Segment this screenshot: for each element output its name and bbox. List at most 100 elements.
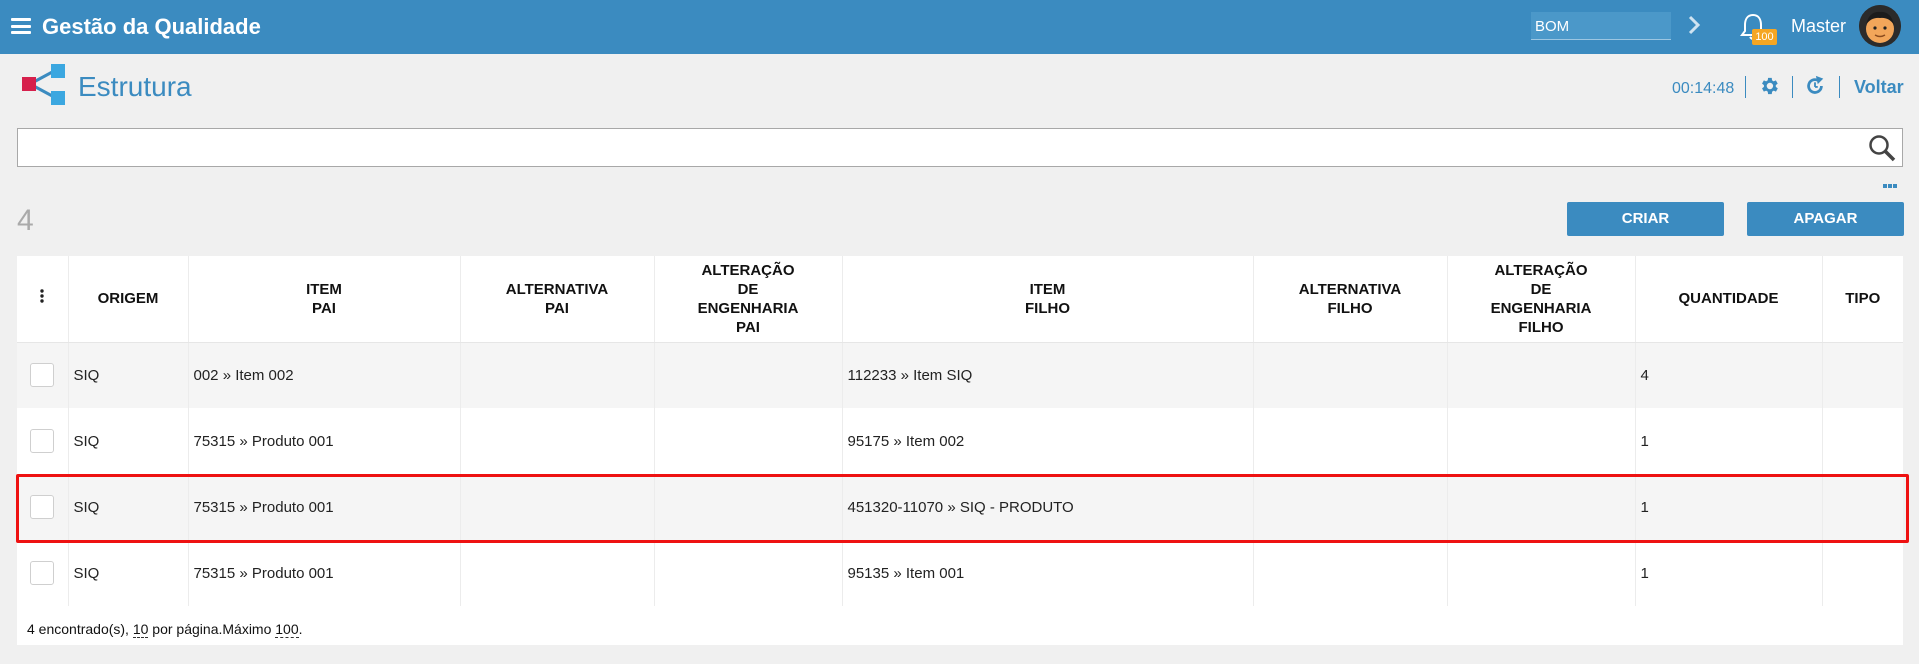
table-cell: 1 — [1635, 474, 1823, 540]
table-cell — [1253, 540, 1448, 606]
table-header: ORIGEM ITEM PAI ALTERNATIVA PAI ALTERAÇÃO D… — [17, 256, 1903, 343]
row-select[interactable] — [17, 474, 69, 540]
search-input[interactable] — [18, 129, 1902, 166]
session-clock: 00:14:48 — [1672, 80, 1735, 97]
header-line: FILHO — [1518, 318, 1564, 336]
row-select[interactable] — [17, 408, 69, 474]
header-line: PAI — [736, 318, 760, 336]
table-cell — [1447, 474, 1636, 540]
row-checkbox[interactable] — [30, 363, 54, 388]
table-cell — [1822, 408, 1903, 474]
table-cell: 1 — [1635, 408, 1823, 474]
table-row[interactable]: SIQ 002 » Item 002 112233 » Item SIQ 4 — [17, 342, 1903, 408]
record-count: 4 — [17, 204, 34, 237]
column-header[interactable]: QUANTIDADE — [1635, 256, 1823, 343]
column-header[interactable]: ALTERAÇÃO DE ENGENHARIA FILHO — [1447, 256, 1636, 343]
column-header[interactable]: ORIGEM — [68, 256, 189, 343]
search-icon[interactable] — [1868, 134, 1896, 162]
header-line: ITEM — [306, 280, 342, 298]
back-link[interactable]: Voltar — [1854, 77, 1904, 98]
per-page-value[interactable]: 10 — [132, 621, 149, 638]
table-cell — [1253, 474, 1448, 540]
create-button[interactable]: CRIAR — [1567, 202, 1724, 236]
table-cell: 112233 » Item SIQ — [842, 342, 1254, 408]
user-name[interactable]: Master — [1791, 16, 1846, 37]
table-cell — [1447, 342, 1636, 408]
header-line: ALTERAÇÃO — [1494, 261, 1588, 279]
per-page-text: por página.Máximo — [148, 621, 276, 637]
header-line: PAI — [312, 299, 336, 317]
top-bar: Gestão da Qualidade BOM 100 Master — [0, 0, 1919, 54]
column-options[interactable] — [17, 256, 69, 343]
table-cell — [460, 342, 655, 408]
results-table: ORIGEM ITEM PAI ALTERNATIVA PAI ALTERAÇÃO D… — [17, 256, 1903, 645]
chevron-right-icon[interactable] — [1686, 14, 1702, 36]
table-row-highlighted[interactable]: SIQ 75315 » Produto 001 451320-11070 » S… — [17, 474, 1903, 540]
table-row[interactable]: SIQ 75315 » Produto 001 95135 » Item 001… — [17, 540, 1903, 606]
max-value[interactable]: 100 — [275, 621, 299, 638]
header-line: TIPO — [1845, 290, 1881, 308]
header-line: FILHO — [1025, 299, 1070, 317]
table-cell: 75315 » Produto 001 — [188, 474, 461, 540]
row-checkbox[interactable] — [30, 429, 54, 453]
header-line: DE — [737, 280, 759, 298]
table-cell: 75315 » Produto 001 — [188, 540, 461, 606]
header-line: DE — [1530, 280, 1552, 298]
module-value: BOM — [1535, 18, 1570, 35]
table-row[interactable]: SIQ 75315 » Produto 001 95175 » Item 002… — [17, 408, 1903, 474]
module-selector[interactable]: BOM — [1531, 12, 1671, 40]
table-cell: 75315 » Produto 001 — [188, 408, 461, 474]
row-checkbox[interactable] — [30, 495, 54, 519]
table-cell — [1822, 342, 1903, 408]
header-line: ALTERAÇÃO — [701, 261, 795, 279]
table-cell — [1822, 540, 1903, 606]
table-cell — [1253, 342, 1448, 408]
gear-icon[interactable] — [1758, 75, 1780, 97]
footer-end: . — [298, 621, 303, 637]
header-line: ORIGEM — [97, 290, 159, 308]
column-header[interactable]: ITEM PAI — [188, 256, 461, 343]
header-line: ENGENHARIA — [697, 299, 799, 317]
notification-badge: 100 — [1752, 29, 1777, 45]
table-cell: 95135 » Item 001 — [842, 540, 1254, 606]
search-box[interactable] — [17, 128, 1903, 167]
avatar[interactable] — [1859, 5, 1901, 47]
table-cell: 002 » Item 002 — [188, 342, 461, 408]
more-options-icon[interactable] — [1883, 175, 1899, 188]
table-cell — [460, 474, 655, 540]
table-cell — [1822, 474, 1903, 540]
column-header[interactable]: ALTERNATIVA PAI — [460, 256, 655, 343]
row-select[interactable] — [17, 342, 69, 408]
table-cell — [1253, 408, 1448, 474]
table-cell — [1447, 540, 1636, 606]
table-cell: 4 — [1635, 342, 1823, 408]
menu-icon[interactable] — [11, 18, 31, 34]
pagination-info: 4 encontrado(s), 10 por página.Máximo 10… — [27, 621, 303, 638]
table-cell: 451320-11070 » SIQ - PRODUTO — [842, 474, 1254, 540]
header-line: ENGENHARIA — [1490, 299, 1592, 317]
delete-button[interactable]: APAGAR — [1747, 202, 1904, 236]
header-line: PAI — [545, 299, 569, 317]
table-cell — [654, 540, 843, 606]
row-select[interactable] — [17, 540, 69, 606]
refresh-icon[interactable] — [1804, 75, 1826, 97]
found-text: 4 encontrado(s), — [27, 621, 133, 637]
column-header[interactable]: TIPO — [1822, 256, 1903, 343]
kebab-menu-icon[interactable] — [40, 289, 44, 303]
table-cell — [460, 540, 655, 606]
table-cell — [460, 408, 655, 474]
table-cell: 1 — [1635, 540, 1823, 606]
structure-icon — [22, 64, 65, 105]
header-line: ALTERNATIVA — [1298, 280, 1402, 298]
column-header[interactable]: ITEM FILHO — [842, 256, 1254, 343]
table-cell — [654, 474, 843, 540]
divider — [1792, 76, 1793, 98]
header-line: QUANTIDADE — [1678, 290, 1779, 308]
table-cell: SIQ — [68, 540, 189, 606]
row-checkbox[interactable] — [30, 561, 54, 585]
column-header[interactable]: ALTERNATIVA FILHO — [1253, 256, 1448, 343]
column-header[interactable]: ALTERAÇÃO DE ENGENHARIA PAI — [654, 256, 843, 343]
header-line: ITEM — [1029, 280, 1066, 298]
divider — [1745, 76, 1746, 98]
table-cell: SIQ — [68, 342, 189, 408]
